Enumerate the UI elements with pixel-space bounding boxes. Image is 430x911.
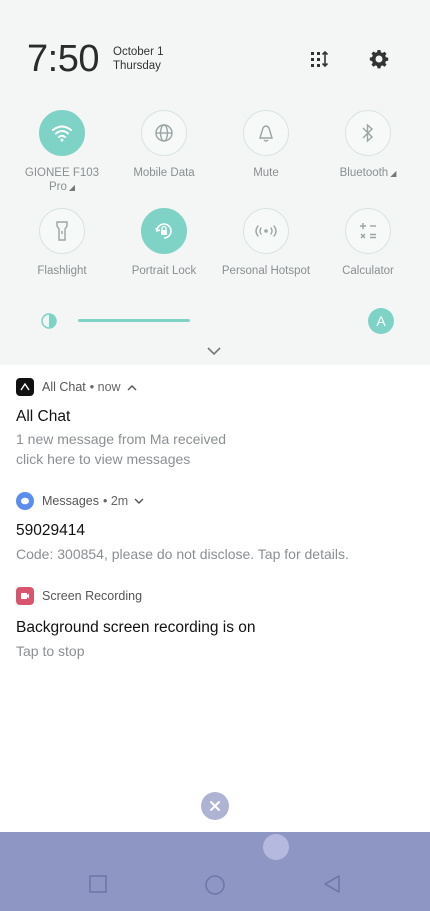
notification-body: Code: 300854, please do not disclose. Ta… — [16, 546, 349, 562]
brightness-icon — [40, 312, 58, 330]
timestamp: • 2m — [102, 494, 129, 508]
clock: 7:50 — [27, 38, 99, 80]
messages-app-icon — [16, 492, 34, 510]
tile-mute[interactable]: Mute — [216, 110, 316, 180]
tile-label: Flashlight — [37, 265, 87, 277]
rotation-lock-icon — [141, 208, 187, 254]
close-icon — [210, 801, 220, 811]
notification-title: 59029414 — [16, 522, 85, 539]
tile-label: Calculator — [342, 265, 394, 277]
screen-recording-app-icon — [16, 587, 34, 605]
settings-gear-icon[interactable] — [366, 46, 392, 72]
back-button[interactable] — [322, 874, 342, 899]
flashlight-icon — [39, 208, 85, 254]
edit-tiles-icon[interactable] — [307, 46, 333, 72]
tile-label: Personal Hotspot — [221, 265, 311, 277]
brightness-slider[interactable] — [78, 319, 190, 322]
chevron-up-icon[interactable] — [127, 380, 137, 394]
wifi-icon — [39, 110, 85, 156]
bell-icon — [243, 110, 289, 156]
tile-calculator[interactable]: Calculator — [318, 208, 418, 278]
date-day: October 1 — [113, 46, 164, 58]
notification-body: click here to view messages — [16, 451, 191, 467]
tile-portrait-lock[interactable]: Portrait Lock — [114, 208, 214, 278]
tile-label: Mute — [253, 167, 279, 179]
notification-title: Background screen recording is on — [16, 619, 256, 636]
timestamp: • now — [89, 380, 121, 394]
tile-personal-hotspot[interactable]: Personal Hotspot — [216, 208, 316, 278]
app-name: All Chat — [42, 380, 86, 394]
hotspot-icon — [243, 208, 289, 254]
tile-label: Mobile Data — [133, 167, 195, 179]
tile-bluetooth[interactable]: Bluetooth ◢ — [318, 110, 418, 181]
touch-indicator — [263, 834, 289, 860]
calculator-icon — [345, 208, 391, 254]
app-name: Messages — [42, 494, 99, 508]
tile-label: Bluetooth — [339, 167, 389, 179]
notification-messages[interactable]: Messages • 2m 59029414 Code: 300854, ple… — [16, 492, 416, 563]
notification-screen-recording[interactable]: Screen Recording Background screen recor… — [16, 587, 416, 660]
tile-flashlight[interactable]: Flashlight — [12, 208, 112, 278]
recents-button[interactable] — [88, 874, 108, 899]
tile-mobile-data[interactable]: Mobile Data — [114, 110, 214, 180]
expand-arrow-icon[interactable]: ◢ — [69, 183, 75, 192]
tile-wifi[interactable]: GIONEE F103 Pro ◢ — [12, 110, 112, 195]
tile-label: GIONEE F103 Pro — [24, 167, 100, 193]
chevron-down-icon[interactable] — [206, 343, 222, 361]
auto-brightness-button[interactable]: A — [368, 308, 394, 334]
bluetooth-icon — [345, 110, 391, 156]
notification-body: Tap to stop — [16, 643, 85, 659]
notification-all-chat[interactable]: All Chat • now All Chat 1 new message fr… — [16, 378, 416, 468]
notification-body: 1 new message from Ma received — [16, 431, 227, 447]
date: October 1 Thursday — [113, 45, 164, 73]
expand-arrow-icon[interactable]: ◢ — [390, 169, 396, 178]
chevron-down-icon[interactable] — [134, 494, 144, 508]
notification-title: All Chat — [16, 408, 71, 425]
date-weekday: Thursday — [113, 60, 161, 72]
home-button[interactable] — [204, 874, 226, 901]
clear-all-button[interactable] — [201, 792, 229, 820]
globe-icon — [141, 110, 187, 156]
tile-label: Portrait Lock — [131, 265, 197, 277]
app-name: Screen Recording — [42, 589, 143, 603]
all-chat-app-icon — [16, 378, 34, 396]
